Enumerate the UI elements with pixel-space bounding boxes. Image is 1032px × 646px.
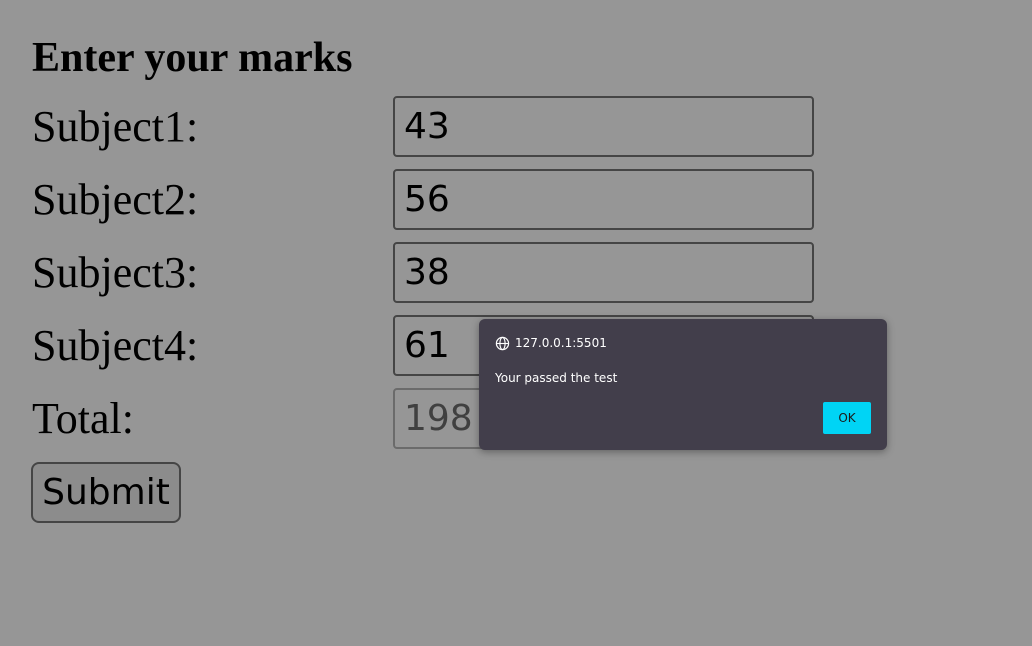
globe-icon	[495, 336, 510, 350]
alert-origin-text: 127.0.0.1:5501	[515, 336, 607, 350]
ok-button[interactable]: OK	[823, 402, 871, 434]
alert-message: Your passed the test	[495, 371, 618, 385]
alert-origin: 127.0.0.1:5501	[495, 335, 607, 351]
alert-dialog: 127.0.0.1:5501 Your passed the test OK	[479, 319, 887, 450]
